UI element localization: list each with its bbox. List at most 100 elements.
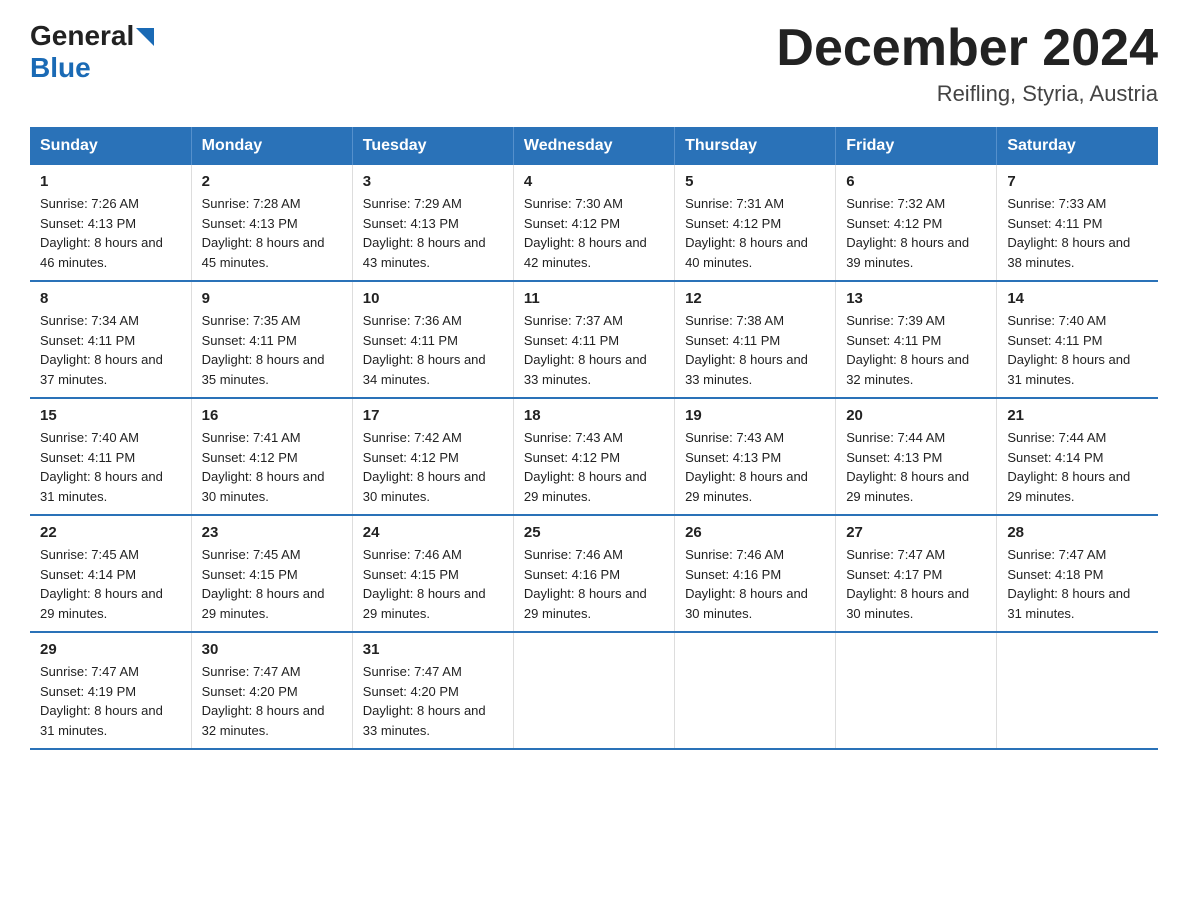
day-cell: 30 Sunrise: 7:47 AM Sunset: 4:20 PM Dayl… — [191, 632, 352, 749]
day-number: 3 — [363, 173, 503, 190]
day-number: 15 — [40, 407, 181, 424]
day-info: Sunrise: 7:44 AM Sunset: 4:13 PM Dayligh… — [846, 428, 986, 506]
week-row-4: 22 Sunrise: 7:45 AM Sunset: 4:14 PM Dayl… — [30, 515, 1158, 632]
day-number: 13 — [846, 290, 986, 307]
day-cell — [513, 632, 674, 749]
day-cell: 26 Sunrise: 7:46 AM Sunset: 4:16 PM Dayl… — [675, 515, 836, 632]
day-cell: 22 Sunrise: 7:45 AM Sunset: 4:14 PM Dayl… — [30, 515, 191, 632]
day-cell: 6 Sunrise: 7:32 AM Sunset: 4:12 PM Dayli… — [836, 165, 997, 281]
day-info: Sunrise: 7:26 AM Sunset: 4:13 PM Dayligh… — [40, 194, 181, 272]
header-row: SundayMondayTuesdayWednesdayThursdayFrid… — [30, 127, 1158, 165]
day-cell — [997, 632, 1158, 749]
day-info: Sunrise: 7:47 AM Sunset: 4:20 PM Dayligh… — [363, 662, 503, 740]
calendar-table: SundayMondayTuesdayWednesdayThursdayFrid… — [30, 127, 1158, 750]
day-info: Sunrise: 7:35 AM Sunset: 4:11 PM Dayligh… — [202, 311, 342, 389]
header-cell-monday: Monday — [191, 127, 352, 165]
day-number: 21 — [1007, 407, 1148, 424]
header-cell-tuesday: Tuesday — [352, 127, 513, 165]
day-cell: 9 Sunrise: 7:35 AM Sunset: 4:11 PM Dayli… — [191, 281, 352, 398]
day-cell: 31 Sunrise: 7:47 AM Sunset: 4:20 PM Dayl… — [352, 632, 513, 749]
page-header: General Blue December 2024 Reifling, Sty… — [30, 20, 1158, 107]
day-number: 14 — [1007, 290, 1148, 307]
day-info: Sunrise: 7:33 AM Sunset: 4:11 PM Dayligh… — [1007, 194, 1148, 272]
day-info: Sunrise: 7:31 AM Sunset: 4:12 PM Dayligh… — [685, 194, 825, 272]
calendar-body: 1 Sunrise: 7:26 AM Sunset: 4:13 PM Dayli… — [30, 165, 1158, 749]
day-number: 11 — [524, 290, 664, 307]
logo-triangle-icon — [136, 28, 154, 46]
day-info: Sunrise: 7:34 AM Sunset: 4:11 PM Dayligh… — [40, 311, 181, 389]
day-number: 9 — [202, 290, 342, 307]
day-cell: 13 Sunrise: 7:39 AM Sunset: 4:11 PM Dayl… — [836, 281, 997, 398]
day-number: 25 — [524, 524, 664, 541]
day-info: Sunrise: 7:46 AM Sunset: 4:16 PM Dayligh… — [524, 545, 664, 623]
day-info: Sunrise: 7:28 AM Sunset: 4:13 PM Dayligh… — [202, 194, 342, 272]
week-row-3: 15 Sunrise: 7:40 AM Sunset: 4:11 PM Dayl… — [30, 398, 1158, 515]
header-cell-saturday: Saturday — [997, 127, 1158, 165]
day-cell: 14 Sunrise: 7:40 AM Sunset: 4:11 PM Dayl… — [997, 281, 1158, 398]
day-info: Sunrise: 7:47 AM Sunset: 4:18 PM Dayligh… — [1007, 545, 1148, 623]
day-cell: 18 Sunrise: 7:43 AM Sunset: 4:12 PM Dayl… — [513, 398, 674, 515]
day-info: Sunrise: 7:45 AM Sunset: 4:14 PM Dayligh… — [40, 545, 181, 623]
day-info: Sunrise: 7:42 AM Sunset: 4:12 PM Dayligh… — [363, 428, 503, 506]
day-number: 29 — [40, 641, 181, 658]
day-number: 28 — [1007, 524, 1148, 541]
logo-text-general: General — [30, 20, 134, 52]
day-number: 27 — [846, 524, 986, 541]
day-number: 5 — [685, 173, 825, 190]
day-number: 20 — [846, 407, 986, 424]
day-cell: 24 Sunrise: 7:46 AM Sunset: 4:15 PM Dayl… — [352, 515, 513, 632]
day-info: Sunrise: 7:37 AM Sunset: 4:11 PM Dayligh… — [524, 311, 664, 389]
day-info: Sunrise: 7:41 AM Sunset: 4:12 PM Dayligh… — [202, 428, 342, 506]
week-row-1: 1 Sunrise: 7:26 AM Sunset: 4:13 PM Dayli… — [30, 165, 1158, 281]
day-info: Sunrise: 7:43 AM Sunset: 4:12 PM Dayligh… — [524, 428, 664, 506]
day-cell: 23 Sunrise: 7:45 AM Sunset: 4:15 PM Dayl… — [191, 515, 352, 632]
day-info: Sunrise: 7:43 AM Sunset: 4:13 PM Dayligh… — [685, 428, 825, 506]
day-number: 19 — [685, 407, 825, 424]
day-cell: 27 Sunrise: 7:47 AM Sunset: 4:17 PM Dayl… — [836, 515, 997, 632]
day-cell: 16 Sunrise: 7:41 AM Sunset: 4:12 PM Dayl… — [191, 398, 352, 515]
day-cell: 2 Sunrise: 7:28 AM Sunset: 4:13 PM Dayli… — [191, 165, 352, 281]
day-number: 1 — [40, 173, 181, 190]
header-cell-thursday: Thursday — [675, 127, 836, 165]
header-cell-wednesday: Wednesday — [513, 127, 674, 165]
day-cell: 5 Sunrise: 7:31 AM Sunset: 4:12 PM Dayli… — [675, 165, 836, 281]
day-cell: 10 Sunrise: 7:36 AM Sunset: 4:11 PM Dayl… — [352, 281, 513, 398]
day-info: Sunrise: 7:40 AM Sunset: 4:11 PM Dayligh… — [40, 428, 181, 506]
day-info: Sunrise: 7:39 AM Sunset: 4:11 PM Dayligh… — [846, 311, 986, 389]
day-info: Sunrise: 7:32 AM Sunset: 4:12 PM Dayligh… — [846, 194, 986, 272]
day-number: 26 — [685, 524, 825, 541]
day-number: 8 — [40, 290, 181, 307]
day-info: Sunrise: 7:30 AM Sunset: 4:12 PM Dayligh… — [524, 194, 664, 272]
header-cell-friday: Friday — [836, 127, 997, 165]
day-cell: 12 Sunrise: 7:38 AM Sunset: 4:11 PM Dayl… — [675, 281, 836, 398]
day-cell: 29 Sunrise: 7:47 AM Sunset: 4:19 PM Dayl… — [30, 632, 191, 749]
week-row-5: 29 Sunrise: 7:47 AM Sunset: 4:19 PM Dayl… — [30, 632, 1158, 749]
day-number: 6 — [846, 173, 986, 190]
day-cell: 3 Sunrise: 7:29 AM Sunset: 4:13 PM Dayli… — [352, 165, 513, 281]
day-info: Sunrise: 7:47 AM Sunset: 4:19 PM Dayligh… — [40, 662, 181, 740]
day-cell: 19 Sunrise: 7:43 AM Sunset: 4:13 PM Dayl… — [675, 398, 836, 515]
day-number: 17 — [363, 407, 503, 424]
day-number: 18 — [524, 407, 664, 424]
day-info: Sunrise: 7:47 AM Sunset: 4:17 PM Dayligh… — [846, 545, 986, 623]
day-number: 12 — [685, 290, 825, 307]
day-cell: 17 Sunrise: 7:42 AM Sunset: 4:12 PM Dayl… — [352, 398, 513, 515]
day-cell: 20 Sunrise: 7:44 AM Sunset: 4:13 PM Dayl… — [836, 398, 997, 515]
week-row-2: 8 Sunrise: 7:34 AM Sunset: 4:11 PM Dayli… — [30, 281, 1158, 398]
day-number: 4 — [524, 173, 664, 190]
day-info: Sunrise: 7:46 AM Sunset: 4:15 PM Dayligh… — [363, 545, 503, 623]
day-cell: 8 Sunrise: 7:34 AM Sunset: 4:11 PM Dayli… — [30, 281, 191, 398]
day-info: Sunrise: 7:29 AM Sunset: 4:13 PM Dayligh… — [363, 194, 503, 272]
day-cell: 21 Sunrise: 7:44 AM Sunset: 4:14 PM Dayl… — [997, 398, 1158, 515]
day-number: 2 — [202, 173, 342, 190]
day-number: 31 — [363, 641, 503, 658]
day-number: 7 — [1007, 173, 1148, 190]
day-cell: 11 Sunrise: 7:37 AM Sunset: 4:11 PM Dayl… — [513, 281, 674, 398]
day-number: 16 — [202, 407, 342, 424]
day-number: 24 — [363, 524, 503, 541]
day-info: Sunrise: 7:38 AM Sunset: 4:11 PM Dayligh… — [685, 311, 825, 389]
title-section: December 2024 Reifling, Styria, Austria — [776, 20, 1158, 107]
day-cell — [675, 632, 836, 749]
day-cell: 4 Sunrise: 7:30 AM Sunset: 4:12 PM Dayli… — [513, 165, 674, 281]
day-info: Sunrise: 7:36 AM Sunset: 4:11 PM Dayligh… — [363, 311, 503, 389]
